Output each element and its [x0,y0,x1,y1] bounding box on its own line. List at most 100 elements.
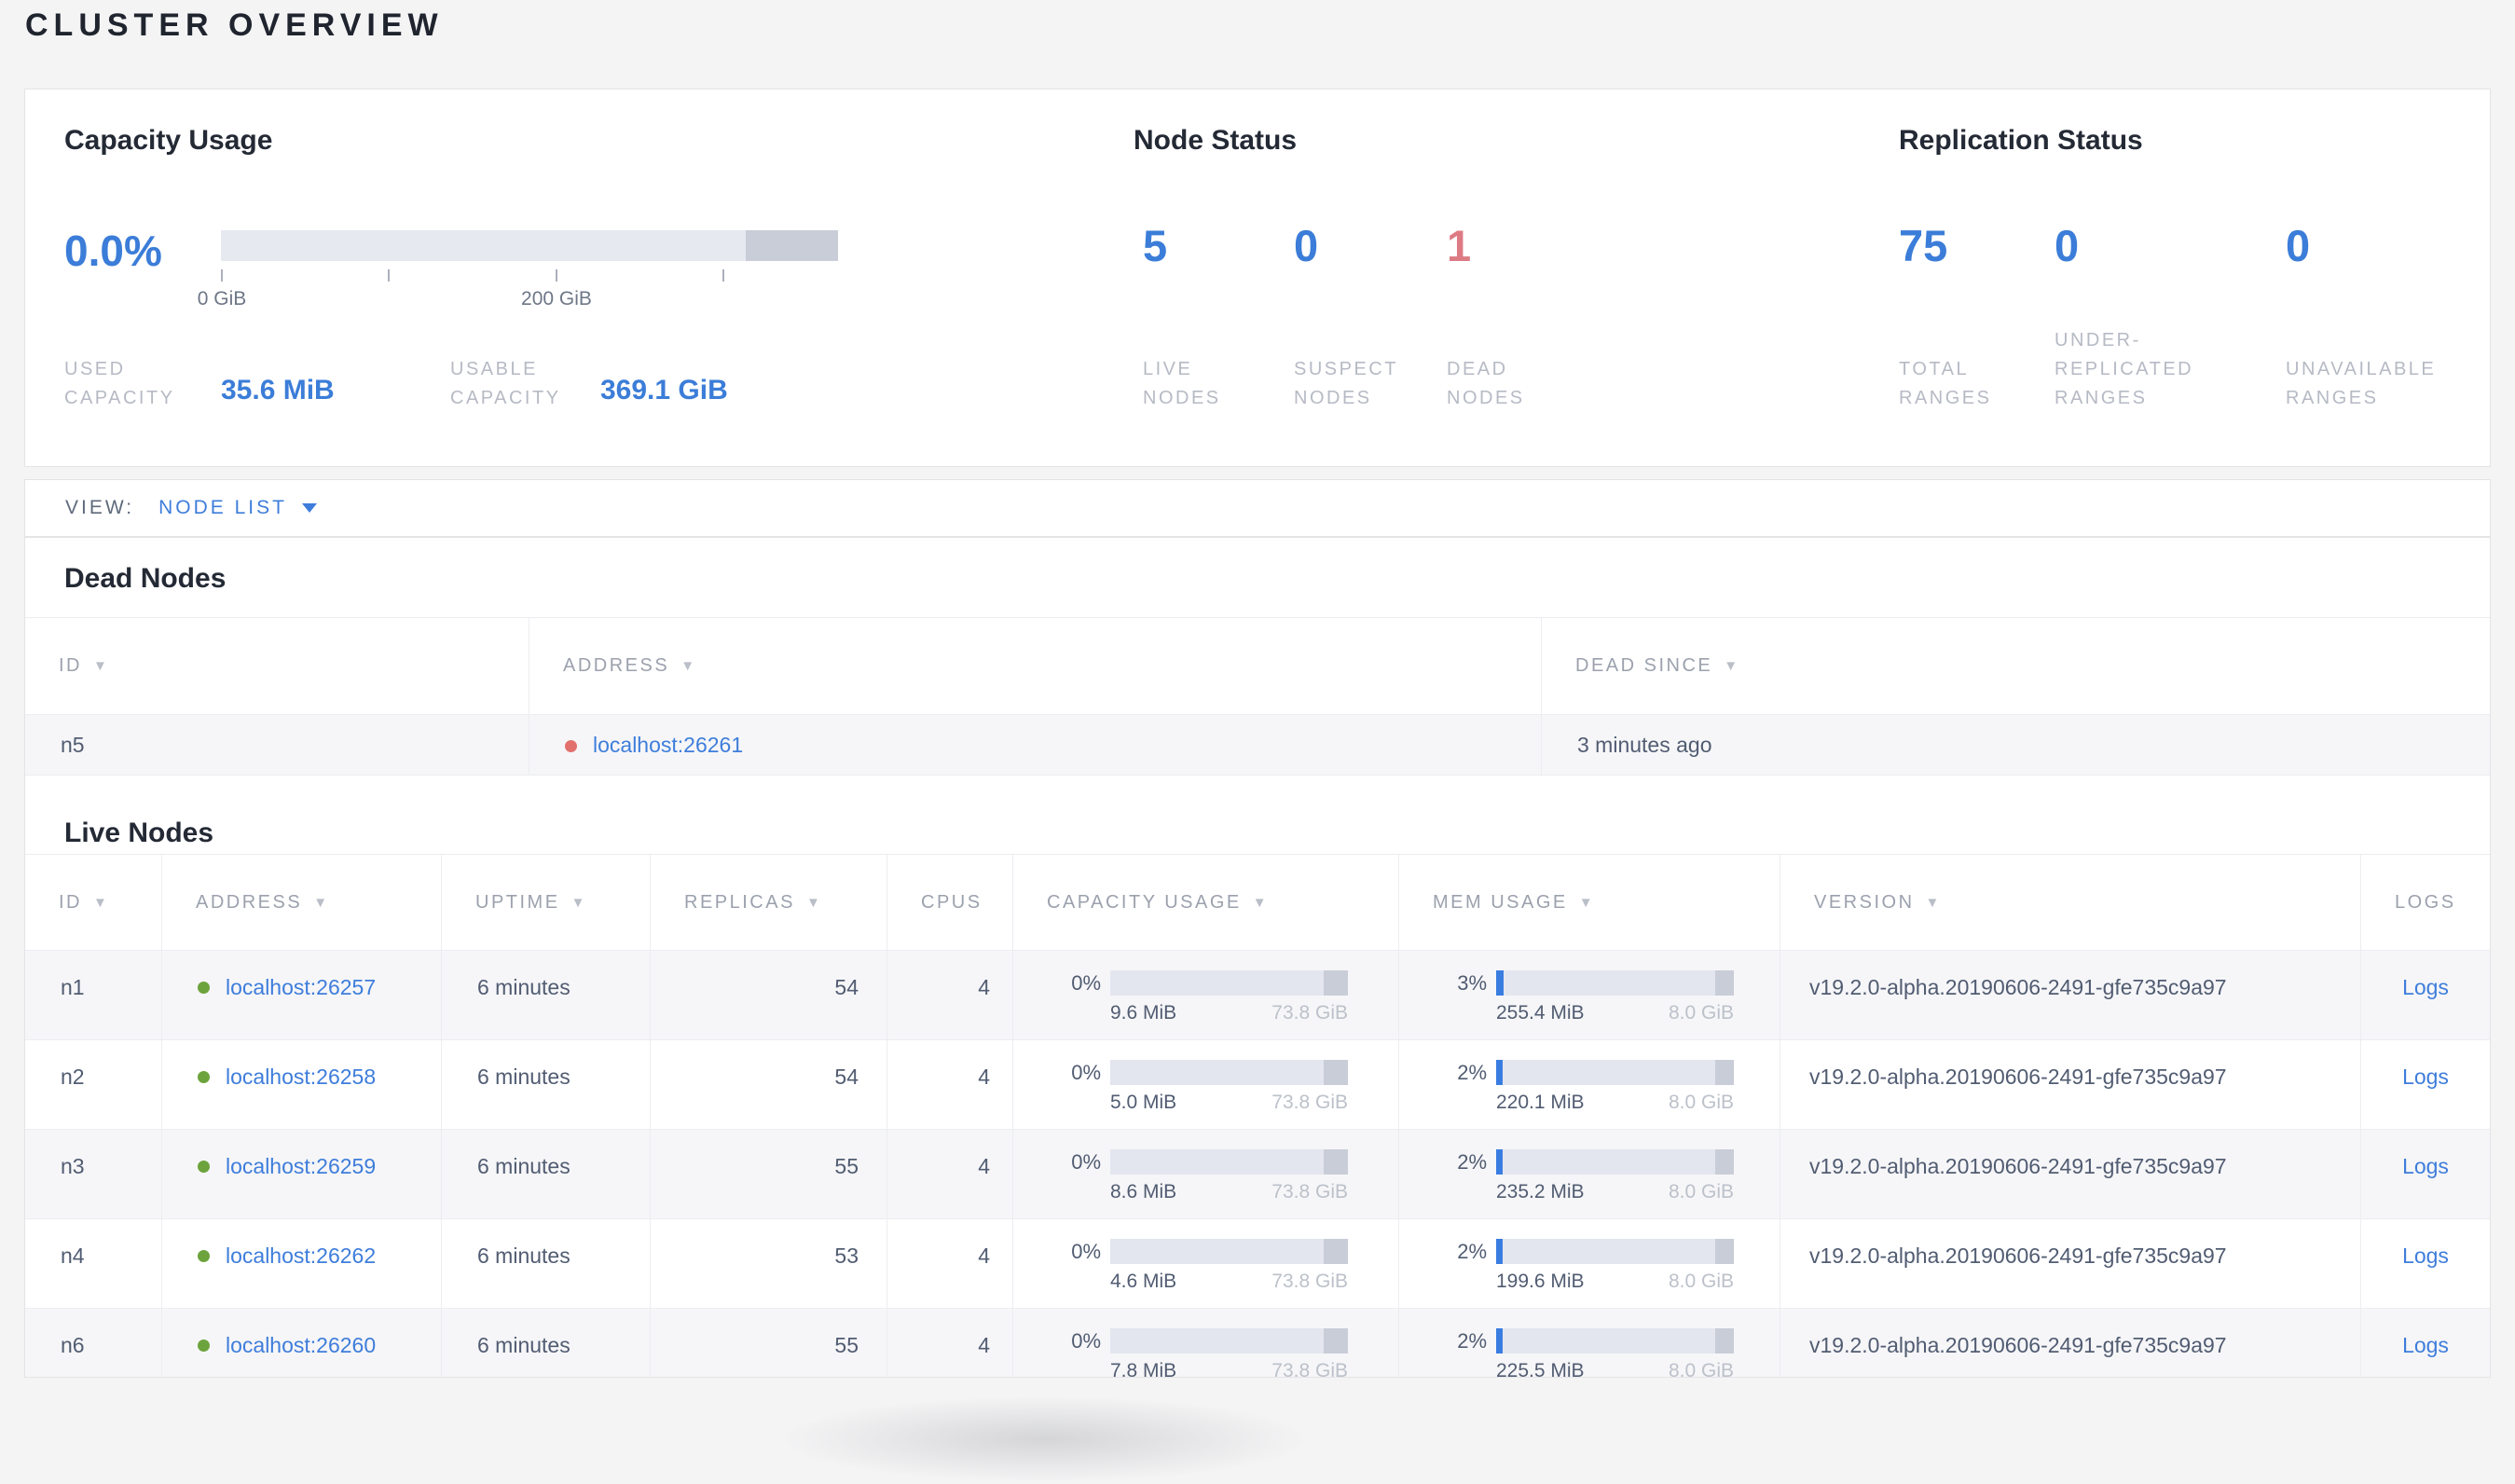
total-ranges-label: TOTAL RANGES [1899,355,1991,413]
table-row: n3 localhost:26259 6 minutes 55 4 0% 8.6… [25,1130,2490,1219]
sort-arrow-icon: ▼ [1578,894,1596,911]
capacity-axis-label-0: 0 GiB [197,288,247,309]
logs-link[interactable]: Logs [2402,1242,2449,1270]
stat-label-line: NODES [1294,388,1372,408]
node-status-title: Node Status [1134,125,1298,156]
capacity-percent: 0% [1071,1149,1101,1174]
node-address-link[interactable]: localhost:26260 [226,1331,376,1359]
stat-label-line: LIVE [1143,359,1193,379]
cluster-summary-card: Capacity Usage 0.0% 0 GiB 200 GiB USED C… [24,89,2491,467]
usable-capacity-label: USABLE CAPACITY [450,355,561,413]
capacity-percent: 0% [1071,1060,1101,1084]
mem-total-value: 8.0 GiB [1668,1002,1734,1024]
logs-link[interactable]: Logs [2402,1152,2449,1180]
usable-capacity-label-line: USABLE [450,359,538,379]
replicas-cell: 55 [650,1130,886,1218]
table-row: n1 localhost:26257 6 minutes 54 4 0% 9.6… [25,951,2490,1040]
dead-nodes-count: 1 [1447,221,1472,270]
mem-bar [1496,1239,1734,1264]
dead-nodes-section-title: Dead Nodes [64,563,227,594]
total-ranges-count: 75 [1899,221,1948,270]
capacity-axis-tick [722,269,724,282]
used-capacity-label: USED CAPACITY [64,355,175,413]
mem-usage-cell: 2% 199.6 MiB 8.0 GiB [1398,1219,1780,1308]
live-nodes-count: 5 [1143,221,1168,270]
node-address-link[interactable]: localhost:26262 [226,1242,376,1270]
capacity-bar-remainder-segment [746,230,838,261]
uptime-cell: 6 minutes [441,951,650,1039]
sort-arrow-icon: ▼ [570,894,587,911]
capacity-bar [1110,970,1348,996]
node-address-cell: localhost:26261 [529,715,1541,775]
node-address-cell: localhost:26262 [161,1219,441,1308]
version-cell: v19.2.0-alpha.20190606-2491-gfe735c9a97 [1780,1219,2360,1308]
stat-label-line: RANGES [2286,388,2379,408]
capacity-axis-tick [556,269,557,282]
column-header-label: VERSION [1814,891,1915,913]
node-address-link[interactable]: localhost:26257 [226,973,376,1001]
mem-total-value: 8.0 GiB [1668,1181,1734,1202]
mem-total-value: 8.0 GiB [1668,1271,1734,1292]
column-header-address[interactable]: ADDRESS ▼ [161,855,441,950]
cpus-cell: 4 [886,1130,1012,1218]
node-address-cell: localhost:26258 [161,1040,441,1129]
node-id-cell: n5 [61,732,85,757]
dead-nodes-label: DEAD NODES [1447,355,1525,413]
column-header-address[interactable]: ADDRESS ▼ [529,618,1541,714]
view-mode-selected[interactable]: NODE LIST [158,497,287,519]
live-status-dot-icon [198,982,210,994]
view-label: VIEW: [65,497,135,518]
node-id-cell: n1 [61,975,85,999]
node-address-link[interactable]: localhost:26261 [593,733,743,758]
view-mode-dropdown[interactable]: NODE LIST [158,497,317,519]
replicas-cell: 55 [650,1309,886,1377]
column-header-dead-since[interactable]: DEAD SINCE ▼ [1541,618,2490,714]
used-capacity-label-line: USED [64,359,126,379]
suspect-nodes-label: SUSPECT NODES [1294,355,1398,413]
mem-used-value: 225.5 MiB [1496,1360,1585,1378]
column-header-version[interactable]: VERSION ▼ [1780,855,2360,950]
capacity-total-value: 73.8 GiB [1271,1092,1348,1113]
capacity-total-value: 73.8 GiB [1271,1181,1348,1202]
column-header-cpus[interactable]: CPUS [886,855,1012,950]
column-header-label: UPTIME [475,891,560,913]
stat-label-line: NODES [1447,388,1525,408]
capacity-axis-tick [388,269,390,282]
replication-status-title: Replication Status [1899,125,2143,156]
column-header-uptime[interactable]: UPTIME ▼ [441,855,650,950]
live-nodes-label: LIVE NODES [1143,355,1221,413]
node-address-cell: localhost:26257 [161,951,441,1039]
mem-percent: 2% [1457,1149,1487,1174]
column-header-replicas[interactable]: REPLICAS ▼ [650,855,886,950]
column-header-id[interactable]: ID ▼ [25,855,161,950]
logs-link[interactable]: Logs [2402,1063,2449,1091]
sort-arrow-icon: ▼ [1724,658,1740,674]
uptime-cell: 6 minutes [441,1219,650,1308]
live-nodes-table: ID ▼ ADDRESS ▼ UPTIME ▼ REPLICAS ▼ CPUS … [25,854,2490,1378]
sort-arrow-icon: ▼ [93,658,110,674]
logs-cell: Logs [2360,1040,2490,1129]
replicas-cell: 54 [650,1040,886,1129]
node-address-link[interactable]: localhost:26258 [226,1063,376,1091]
mem-usage-cell: 2% 235.2 MiB 8.0 GiB [1398,1130,1780,1218]
version-cell: v19.2.0-alpha.20190606-2491-gfe735c9a97 [1780,1130,2360,1218]
stat-label-line: REPLICATED [2055,359,2194,379]
used-capacity-value: 35.6 MiB [221,375,335,405]
node-address-cell: localhost:26259 [161,1130,441,1218]
logs-link[interactable]: Logs [2402,1331,2449,1359]
node-address-link[interactable]: localhost:26259 [226,1152,376,1180]
capacity-used-value: 9.6 MiB [1110,1002,1177,1024]
capacity-used-value: 8.6 MiB [1110,1181,1177,1202]
view-selector-bar: VIEW: NODE LIST [24,479,2491,537]
column-header-mem-usage[interactable]: MEM USAGE ▼ [1398,855,1780,950]
capacity-usage-bar [221,230,838,261]
uptime-cell: 6 minutes [441,1309,650,1377]
column-header-id[interactable]: ID ▼ [25,618,529,714]
column-header-capacity-usage[interactable]: CAPACITY USAGE ▼ [1012,855,1398,950]
sort-arrow-icon: ▼ [805,894,823,911]
nodes-tables-card: Dead Nodes ID ▼ ADDRESS ▼ DEAD SINCE ▼ n… [24,537,2491,1378]
logs-link[interactable]: Logs [2402,973,2449,1001]
logs-cell: Logs [2360,1309,2490,1377]
node-id-cell: n2 [61,1065,85,1089]
node-id-cell: n3 [61,1154,85,1178]
